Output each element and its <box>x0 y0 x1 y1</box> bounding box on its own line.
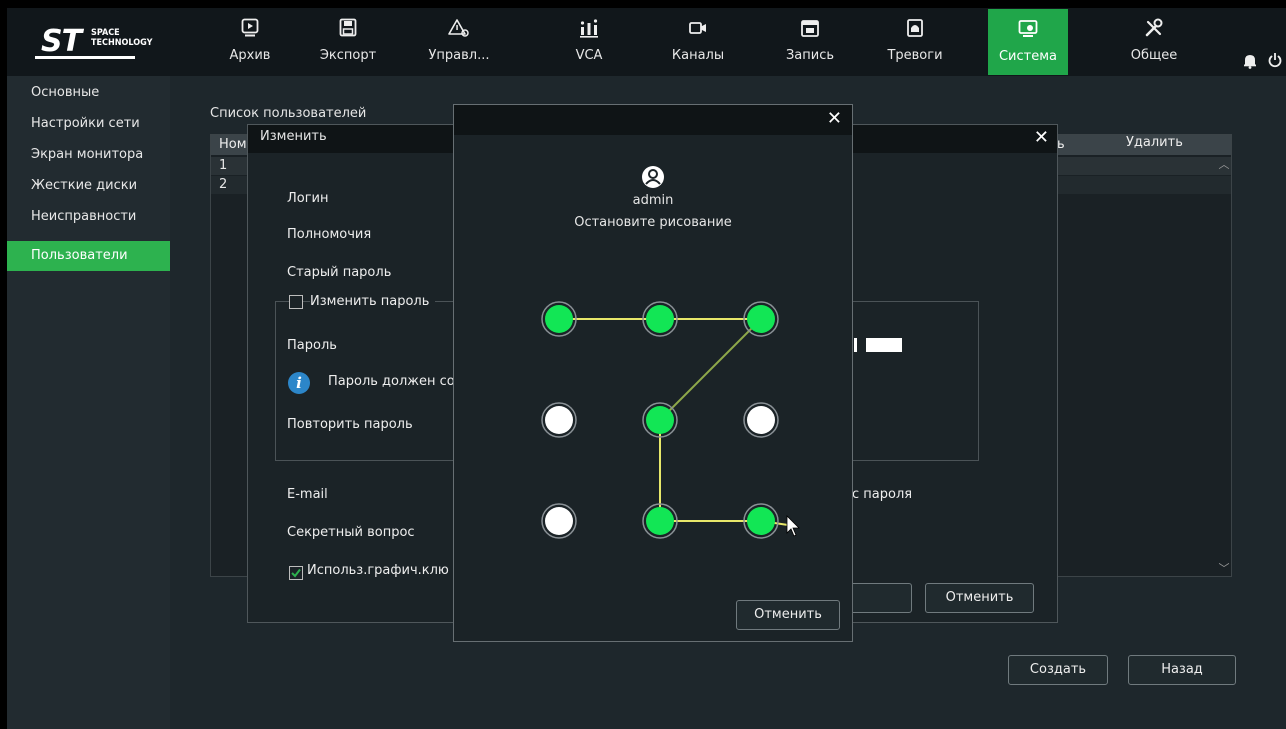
power-icon[interactable] <box>1267 52 1283 72</box>
row-number: 1 <box>219 158 228 173</box>
column-header-number: Ном <box>219 137 247 152</box>
settings-sidebar: Основные Настройки сети Экран монитора Ж… <box>7 76 170 729</box>
tab-label: Система <box>998 49 1058 64</box>
use-pattern-checkbox[interactable] <box>289 566 303 580</box>
tab-label: Управл... <box>428 48 490 63</box>
user-list-title: Список пользователей <box>210 106 367 121</box>
pattern-dot-6[interactable] <box>747 406 775 434</box>
tab-general[interactable]: Общее <box>1114 8 1194 76</box>
sidebar-item-users[interactable]: Пользователи <box>7 241 170 271</box>
tab-label: Запись <box>785 48 835 63</box>
mouse-cursor-icon <box>786 515 800 537</box>
tab-channels[interactable]: Каналы <box>658 8 738 76</box>
tab-label: Тревоги <box>887 48 943 63</box>
logo-text: ST <box>41 24 82 59</box>
edit-cancel-button[interactable]: Отменить <box>925 583 1034 613</box>
row-number: 2 <box>219 177 228 192</box>
logo-underline <box>35 56 135 59</box>
old-password-label: Старый пароль <box>287 265 392 280</box>
password-label: Пароль <box>287 338 337 353</box>
pattern-segment <box>659 318 762 421</box>
tab-label: Архив <box>229 48 271 63</box>
tab-management[interactable]: Управл... <box>419 8 499 76</box>
pattern-dot-1[interactable] <box>545 305 573 333</box>
tab-export[interactable]: Экспорт <box>308 8 388 76</box>
password-strength-bar <box>854 338 904 352</box>
screen: ST SPACE TECHNOLOGY Архив Экспорт Управл… <box>7 8 1286 729</box>
playback-icon <box>210 18 290 40</box>
login-label: Логин <box>287 191 329 206</box>
scroll-down-icon[interactable]: ﹀ <box>1217 562 1231 576</box>
pattern-dot-7[interactable] <box>545 507 573 535</box>
logo-subtext: SPACE TECHNOLOGY <box>91 28 153 48</box>
alarm-icon <box>875 18 955 40</box>
top-navigation-bar: ST SPACE TECHNOLOGY Архив Экспорт Управл… <box>7 8 1286 76</box>
tab-vca[interactable]: VCA <box>549 8 629 76</box>
permissions-label: Полномочия <box>287 227 372 242</box>
tab-label: Общее <box>1130 48 1178 63</box>
tab-label: Каналы <box>671 48 725 63</box>
pattern-cancel-button[interactable]: Отменить <box>736 600 840 630</box>
pattern-dot-5[interactable] <box>646 406 674 434</box>
column-header-edit: ь <box>1057 137 1065 152</box>
camera-icon <box>658 18 738 40</box>
system-icon <box>988 19 1068 41</box>
dialog-title: Изменить <box>260 129 327 144</box>
tab-label: VCA <box>575 48 603 63</box>
change-password-label: Изменить пароль <box>310 294 436 309</box>
tab-record[interactable]: Запись <box>770 8 850 76</box>
record-icon <box>770 18 850 40</box>
sidebar-item-faults[interactable]: Неисправности <box>7 202 170 232</box>
pattern-dot-4[interactable] <box>545 406 573 434</box>
secret-question-label: Секретный вопрос <box>287 525 415 540</box>
tab-label: Экспорт <box>319 48 377 63</box>
pattern-dot-8[interactable] <box>646 507 674 535</box>
close-icon[interactable]: ✕ <box>1034 127 1049 148</box>
vca-icon <box>549 18 629 40</box>
pattern-dot-9[interactable] <box>747 507 775 535</box>
repeat-password-label: Повторить пароль <box>287 417 413 432</box>
tab-system[interactable]: Система <box>988 9 1068 75</box>
tools-icon <box>1114 18 1194 40</box>
tab-archive[interactable]: Архив <box>210 8 290 76</box>
pattern-dot-2[interactable] <box>646 305 674 333</box>
sidebar-item-network[interactable]: Настройки сети <box>7 109 170 139</box>
sidebar-item-general[interactable]: Основные <box>7 78 170 108</box>
scroll-up-icon[interactable]: ︿ <box>1217 158 1231 172</box>
warning-icon <box>419 18 499 40</box>
pattern-grid[interactable] <box>454 105 852 595</box>
info-icon: i <box>288 372 310 394</box>
reset-password-label: с пароля <box>852 487 913 502</box>
save-icon <box>308 18 388 40</box>
create-button[interactable]: Создать <box>1008 655 1108 685</box>
change-password-checkbox[interactable] <box>289 295 303 309</box>
use-pattern-label: Использ.графич.клю <box>307 563 449 578</box>
pattern-lock-dialog: ✕ admin Остановите рисование Отменить <box>453 104 853 642</box>
column-header-delete: Удалить <box>1126 135 1183 150</box>
tab-alarms[interactable]: Тревоги <box>875 8 955 76</box>
sidebar-item-display[interactable]: Экран монитора <box>7 140 170 170</box>
password-hint: Пароль должен со <box>328 374 455 389</box>
brand-logo: ST SPACE TECHNOLOGY <box>27 22 157 62</box>
bell-icon[interactable] <box>1243 53 1257 73</box>
email-label: E-mail <box>287 487 328 502</box>
back-button[interactable]: Назад <box>1128 655 1236 685</box>
sidebar-item-disks[interactable]: Жесткие диски <box>7 171 170 201</box>
pattern-dot-3[interactable] <box>747 305 775 333</box>
